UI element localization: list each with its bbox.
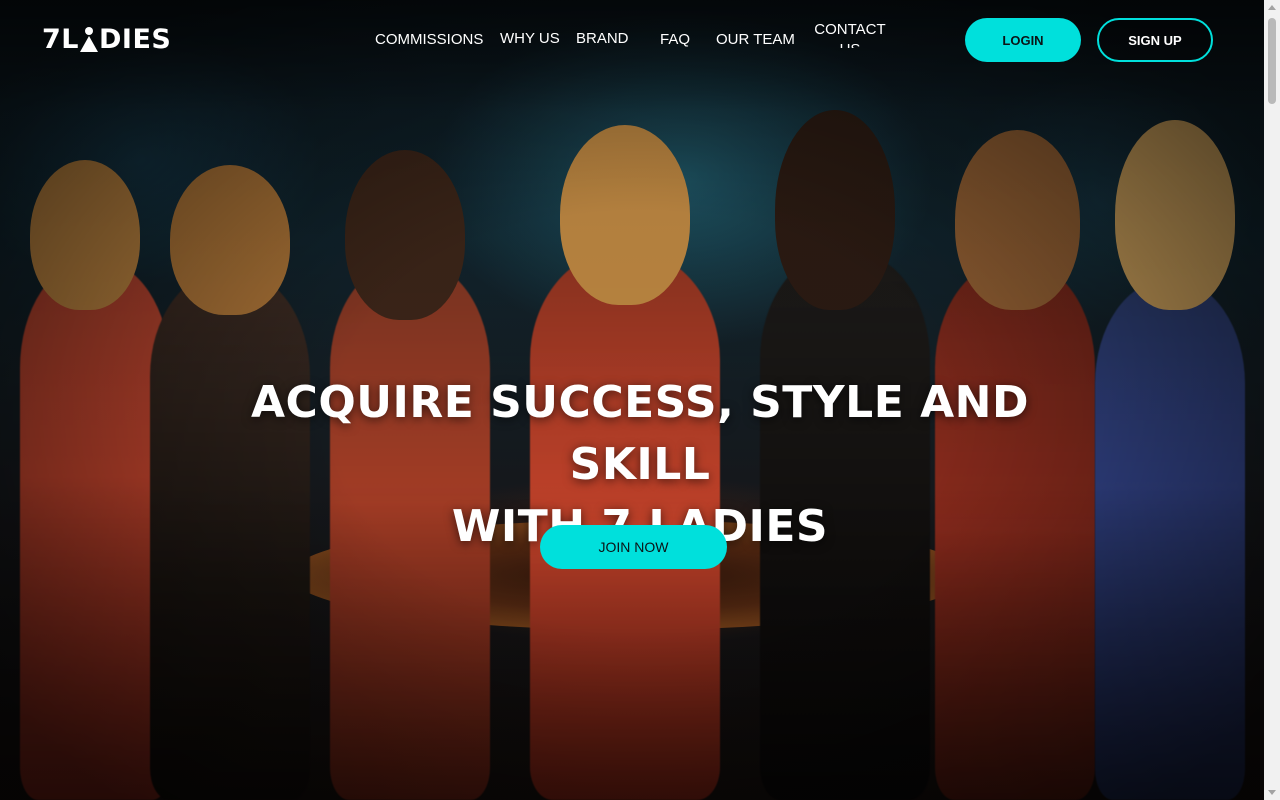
site-logo[interactable]: 7L DIES xyxy=(42,24,171,55)
nav-item-contact-us[interactable]: CONTACT US xyxy=(810,20,890,48)
site-header: 7L DIES COMMISSIONS WHY US BRANDS FAQ OU… xyxy=(0,0,1264,80)
page: 7L DIES COMMISSIONS WHY US BRANDS FAQ OU… xyxy=(0,0,1280,800)
scrollbar-thumb[interactable] xyxy=(1268,18,1276,104)
login-button[interactable]: LOGIN xyxy=(965,18,1081,62)
scroll-down-arrow-icon[interactable] xyxy=(1268,790,1276,795)
nav-item-commissions[interactable]: COMMISSIONS xyxy=(375,31,483,48)
hero-headline-line-1: ACQUIRE SUCCESS, STYLE AND SKILL xyxy=(251,377,1029,490)
signup-button[interactable]: SIGN UP xyxy=(1097,18,1213,62)
page-scrollbar[interactable] xyxy=(1264,0,1280,800)
nav-item-our-team[interactable]: OUR TEAM xyxy=(716,31,795,48)
pawn-icon xyxy=(80,26,98,53)
logo-text-prefix: 7L xyxy=(42,24,79,55)
logo-text-suffix: DIES xyxy=(99,24,172,55)
nav-item-faq[interactable]: FAQ xyxy=(660,31,690,48)
nav-item-why-us[interactable]: WHY US xyxy=(500,30,560,47)
scroll-up-arrow-icon[interactable] xyxy=(1268,5,1276,10)
nav-item-brands[interactable]: BRANDS xyxy=(576,30,628,47)
join-now-button[interactable]: JOIN NOW xyxy=(540,525,727,569)
